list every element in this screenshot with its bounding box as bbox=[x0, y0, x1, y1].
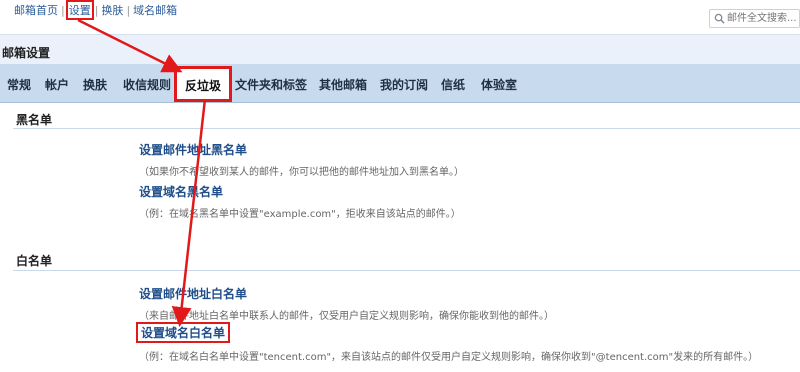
settings-tab-bar: 常规 帐户 换肤 收信规则 反垃圾 文件夹和标签 其他邮箱 我的订阅 信纸 体验… bbox=[0, 64, 800, 103]
page-title: 邮箱设置 bbox=[2, 46, 51, 60]
tab-other-mailboxes[interactable]: 其他邮箱 bbox=[319, 76, 367, 93]
section-divider bbox=[13, 128, 800, 129]
top-bar: 邮箱首页 | 设置 | 换肤 | 域名邮箱 bbox=[0, 0, 800, 34]
change-skin-link[interactable]: 换肤 bbox=[101, 2, 123, 18]
search-box[interactable] bbox=[709, 9, 800, 28]
tab-anti-spam[interactable]: 反垃圾 bbox=[174, 66, 233, 102]
mailbox-home-link[interactable]: 邮箱首页 bbox=[14, 2, 58, 18]
separator: | bbox=[61, 4, 65, 17]
separator: | bbox=[94, 4, 99, 17]
top-links: 邮箱首页 | 设置 | 换肤 | 域名邮箱 bbox=[14, 0, 177, 20]
tab-receive-rules[interactable]: 收信规则 bbox=[123, 76, 171, 93]
whitelist-title: 白名单 bbox=[16, 254, 53, 268]
tab-account[interactable]: 帐户 bbox=[45, 76, 69, 93]
page-header: 邮箱设置 bbox=[0, 34, 800, 64]
search-icon bbox=[714, 13, 725, 24]
domain-blacklist-desc: （例：在域名黑名单中设置"example.com"，拒收来自该站点的邮件。） bbox=[139, 209, 461, 220]
email-blacklist-desc: （如果你不希望收到某人的邮件，你可以把他的邮件地址加入到黑名单。） bbox=[139, 167, 464, 178]
tab-folders-and-tags[interactable]: 文件夹和标签 bbox=[235, 76, 307, 93]
section-divider bbox=[13, 270, 800, 271]
tab-lab[interactable]: 体验室 bbox=[481, 76, 517, 93]
domain-whitelist-desc: （例：在域名白名单中设置"tencent.com"，来自该站点的邮件仅受用户自定… bbox=[139, 352, 759, 363]
email-whitelist-desc: （来自邮件地址白名单中联系人的邮件，仅受用户自定义规则影响，确保你能收到他的邮件… bbox=[139, 311, 554, 322]
tab-stationery[interactable]: 信纸 bbox=[441, 76, 465, 93]
domain-whitelist-link[interactable]: 设置域名白名单 bbox=[136, 322, 231, 343]
email-whitelist-link[interactable]: 设置邮件地址白名单 bbox=[139, 285, 247, 302]
email-blacklist-link[interactable]: 设置邮件地址黑名单 bbox=[139, 141, 247, 158]
separator: | bbox=[126, 4, 131, 17]
domain-blacklist-link[interactable]: 设置域名黑名单 bbox=[139, 183, 223, 200]
search-input[interactable] bbox=[727, 11, 799, 26]
tab-general[interactable]: 常规 bbox=[7, 76, 31, 93]
blacklist-title: 黑名单 bbox=[16, 113, 53, 127]
tab-my-subscriptions[interactable]: 我的订阅 bbox=[380, 76, 428, 93]
tab-skin[interactable]: 换肤 bbox=[83, 76, 107, 93]
settings-link[interactable]: 设置 bbox=[65, 0, 94, 20]
domain-mail-link[interactable]: 域名邮箱 bbox=[133, 2, 177, 18]
